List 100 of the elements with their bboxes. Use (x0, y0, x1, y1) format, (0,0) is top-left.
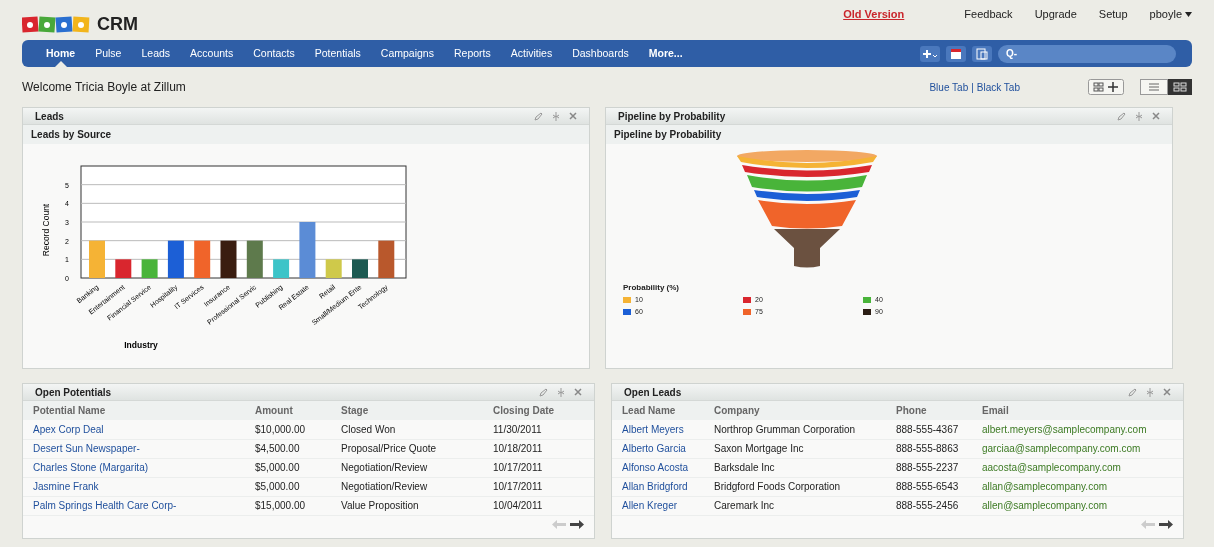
record-link[interactable]: Charles Stone (Margarita) (23, 458, 245, 477)
nav-tab[interactable]: Potentials (306, 40, 369, 67)
email-link[interactable]: allen@samplecompany.com (972, 496, 1183, 515)
email-link[interactable]: allan@samplecompany.com (972, 477, 1183, 496)
header-link[interactable]: Upgrade (1034, 6, 1077, 23)
list-view-icon[interactable] (1140, 79, 1168, 95)
edit-icon[interactable] (534, 111, 543, 121)
table-cell: Value Proposition (331, 496, 483, 515)
table-cell: Negotiation/Review (331, 477, 483, 496)
add-widget-icon[interactable] (1088, 79, 1124, 95)
header-link[interactable]: Feedback (964, 6, 1013, 23)
nav-tab[interactable]: Pulse (87, 40, 130, 67)
table-cell: 888-555-4367 (886, 420, 972, 439)
record-link[interactable]: Apex Corp Deal (23, 420, 245, 439)
bar (115, 259, 132, 278)
theme-link[interactable]: Blue Tab (929, 79, 969, 95)
edit-icon[interactable] (539, 387, 548, 397)
bar (194, 240, 211, 278)
table-cell: 10/17/2011 (483, 477, 594, 496)
close-icon[interactable] (1152, 112, 1160, 120)
record-link[interactable]: Palm Springs Health Care Corp- (23, 496, 245, 515)
nav-tab[interactable]: Dashboards (564, 40, 637, 67)
caret-icon (1185, 11, 1192, 17)
axis-title: Industry (124, 340, 158, 350)
separator: | (971, 80, 974, 95)
column-header: Company (704, 401, 886, 420)
record-link[interactable]: Alfonso Acosta (612, 458, 704, 477)
record-link[interactable]: Jasmine Frank (23, 477, 245, 496)
header-link[interactable]: Old Version (843, 6, 905, 23)
panel-title: Pipeline by Probability (618, 109, 726, 124)
calendar-icon[interactable] (946, 45, 966, 62)
close-icon[interactable] (569, 112, 577, 120)
table-cell: 10/17/2011 (483, 458, 594, 477)
bar (299, 222, 316, 278)
close-icon[interactable] (1163, 388, 1171, 396)
bar (378, 240, 395, 278)
table-cell: Barksdale Inc (704, 458, 886, 477)
table-cell: 10/18/2011 (483, 439, 594, 458)
record-link[interactable]: Desert Sun Newspaper- (23, 439, 245, 458)
email-link[interactable]: albert.meyers@samplecompany.com (972, 420, 1183, 439)
bar (273, 259, 290, 278)
chart-title: Leads by Source (31, 128, 112, 142)
edit-icon[interactable] (1117, 111, 1126, 121)
bar (352, 259, 368, 278)
column-header: Lead Name (612, 401, 704, 420)
add-icon[interactable] (920, 45, 940, 62)
nav-tab[interactable]: Campaigns (372, 40, 442, 67)
notes-icon[interactable] (972, 45, 992, 62)
close-icon[interactable] (574, 388, 582, 396)
record-link[interactable]: Allen Kreger (612, 496, 704, 515)
bar (89, 240, 105, 278)
email-link[interactable]: garciaa@samplecompany.com.com (972, 439, 1183, 458)
table-cell: 11/30/2011 (483, 420, 594, 439)
next-arrow-icon[interactable] (1159, 519, 1173, 529)
table-cell: Proposal/Price Quote (331, 439, 483, 458)
email-link[interactable]: aacosta@samplecompany.com (972, 458, 1183, 477)
table-cell: $4,500.00 (245, 439, 331, 458)
user-menu[interactable]: pboyle (1149, 6, 1192, 23)
panel-title: Leads (35, 109, 64, 124)
table-cell: 888-555-8863 (886, 439, 972, 458)
nav-tab[interactable]: Reports (445, 40, 499, 67)
column-header: Stage (331, 401, 483, 420)
nav-tab[interactable]: Activities (502, 40, 561, 67)
table-cell: Closed Won (331, 420, 483, 439)
logo-text: CRM (97, 12, 138, 36)
table-cell: Negotiation/Review (331, 458, 483, 477)
record-link[interactable]: Alberto Garcia (612, 439, 704, 458)
search-field[interactable]: Q- (998, 44, 1176, 63)
nav-tab[interactable]: Contacts (245, 40, 303, 67)
legend-title: Probability (%) (623, 282, 679, 294)
column-header: Potential Name (23, 401, 245, 420)
nav-tab[interactable]: Leads (133, 40, 179, 67)
table-cell: 888-555-2456 (886, 496, 972, 515)
column-header: Email (972, 401, 1183, 420)
nav-tab[interactable]: Home (38, 40, 84, 67)
record-link[interactable]: Allan Bridgford (612, 477, 704, 496)
column-header: Phone (886, 401, 972, 420)
table-cell: Bridgford Foods Corporation (704, 477, 886, 496)
table-cell: $5,000.00 (245, 458, 331, 477)
nav-tab[interactable]: More... (640, 40, 691, 67)
table-cell: Saxon Mortgage Inc (704, 439, 886, 458)
nav-tab[interactable]: Accounts (182, 40, 242, 67)
logo-icon (22, 15, 92, 33)
theme-link[interactable]: Black Tab (976, 79, 1020, 95)
next-arrow-icon[interactable] (570, 519, 584, 529)
record-link[interactable]: Albert Meyers (612, 420, 704, 439)
column-header: Closing Date (483, 401, 594, 420)
grid-view-icon[interactable] (1168, 79, 1192, 95)
table-cell: Northrop Grumman Corporation (704, 420, 886, 439)
panel-title: Open Potentials (35, 385, 112, 400)
column-header: Amount (245, 401, 331, 420)
chart-title: Pipeline by Probability (614, 128, 722, 142)
panel-title: Open Leads (624, 385, 682, 400)
header-link[interactable]: Setup (1098, 6, 1128, 23)
axis-title: Record Count (41, 203, 51, 257)
edit-icon[interactable] (1128, 387, 1137, 397)
table-cell: Caremark Inc (704, 496, 886, 515)
table-cell: 888-555-6543 (886, 477, 972, 496)
table-cell: $5,000.00 (245, 477, 331, 496)
table-cell: $15,000.00 (245, 496, 331, 515)
